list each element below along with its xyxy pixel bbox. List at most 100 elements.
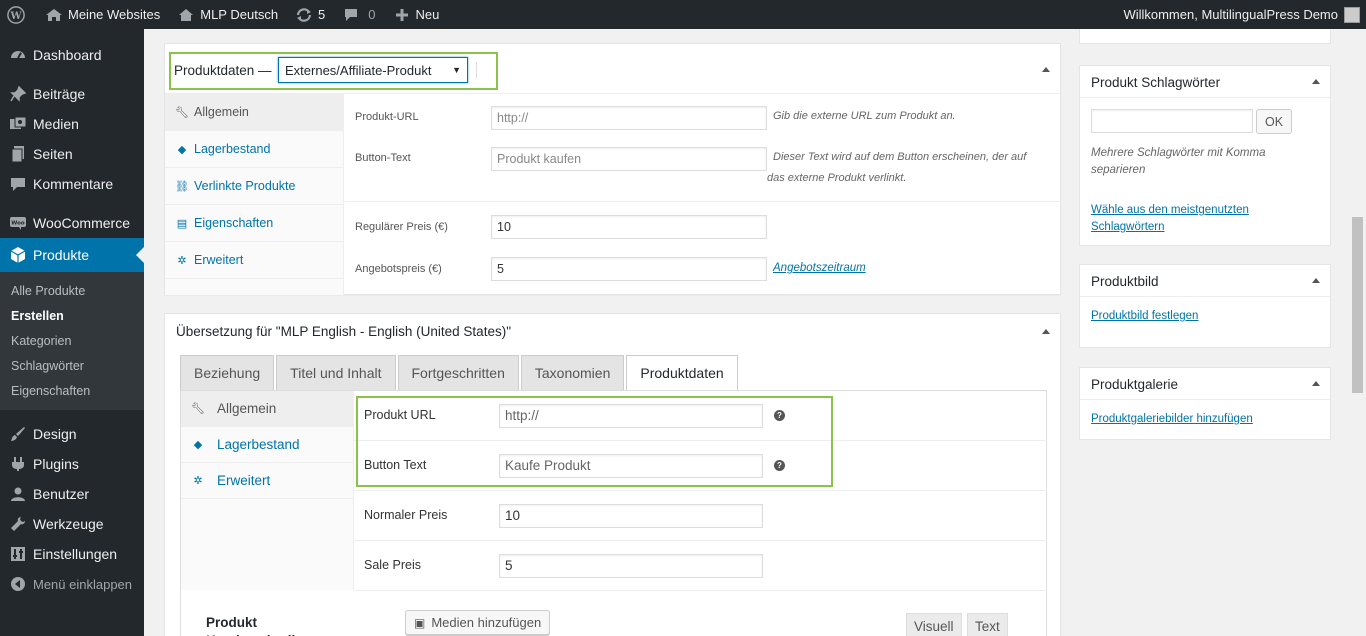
tab-attributes[interactable]: ▤ Eigenschaften	[165, 205, 343, 242]
menu-tools[interactable]: Werkzeuge	[0, 509, 144, 539]
collapse-toggle-icon[interactable]	[1312, 278, 1320, 283]
collapse-menu-button[interactable]: Menü einklappen	[0, 569, 144, 599]
product-data-tabs: 🔧︎ Allgemein ◆ Lagerbestand ⛓︎ Verlinkte…	[165, 94, 344, 295]
product-data-panel: Produktdaten — Externes/Affiliate-Produk…	[164, 43, 1061, 295]
woocommerce-icon: Woo	[8, 213, 28, 233]
my-sites-icon	[44, 5, 64, 25]
tr-url-row: Produkt URL http:// ?	[354, 391, 1047, 441]
collapse-toggle-icon[interactable]	[1042, 329, 1050, 334]
menu-posts[interactable]: Beiträge	[0, 79, 144, 109]
wordpress-logo-menu[interactable]: W	[0, 0, 36, 29]
collapse-toggle-icon[interactable]	[1312, 79, 1320, 84]
updates-menu[interactable]: 5	[286, 0, 333, 29]
product-image-title: Produktbild	[1091, 274, 1159, 289]
tag-input[interactable]	[1091, 109, 1253, 133]
tab-linked-products-label: Verlinkte Produkte	[194, 179, 296, 193]
menu-products[interactable]: Produkte	[0, 238, 144, 272]
add-tag-button[interactable]: OK	[1256, 109, 1292, 134]
my-sites-menu[interactable]: Meine Websites	[36, 0, 168, 29]
submenu-create[interactable]: Erstellen	[0, 303, 144, 328]
new-label: Neu	[415, 7, 440, 22]
menu-plugins[interactable]: Plugins	[0, 449, 144, 479]
welcome-text: Willkommen, MultilingualPress Demo	[1123, 7, 1338, 22]
tab-advanced[interactable]: Fortgeschritten	[397, 355, 519, 391]
submenu-all-products[interactable]: Alle Produkte	[0, 278, 144, 303]
product-gallery-box: Produktgalerie Produktgaleriebilder hinz…	[1079, 367, 1331, 440]
tr-tab-advanced-label: Erweitert	[217, 473, 271, 488]
set-product-image-link[interactable]: Produktbild festlegen	[1091, 310, 1198, 322]
menu-dashboard-label: Dashboard	[33, 47, 102, 63]
visual-tab[interactable]: Visuell	[906, 613, 962, 636]
wrench-icon: 🔧︎	[191, 403, 205, 415]
menu-media-label: Medien	[33, 116, 79, 132]
add-gallery-images-link[interactable]: Produktgaleriebilder hinzufügen	[1091, 413, 1253, 425]
tr-normal-price-row: Normaler Preis 10	[354, 491, 1047, 541]
submenu-attributes[interactable]: Eigenschaften	[0, 378, 144, 403]
menu-dashboard[interactable]: Dashboard	[0, 40, 144, 70]
menu-design[interactable]: Design	[0, 419, 144, 449]
wrench-icon: 🔧︎	[175, 106, 189, 119]
add-media-button[interactable]: ▣ Medien hinzufügen	[405, 610, 551, 635]
new-content-menu[interactable]: Neu	[384, 0, 448, 29]
regular-price-input[interactable]: 10	[491, 215, 767, 239]
tab-product-data[interactable]: Produktdaten	[626, 355, 738, 391]
help-icon[interactable]: ?	[774, 460, 785, 471]
submenu-categories[interactable]: Kategorien	[0, 328, 144, 353]
sale-price-input[interactable]: 5	[491, 257, 767, 281]
button-text-input[interactable]: Produkt kaufen	[491, 147, 767, 171]
menu-settings[interactable]: Einstellungen	[0, 539, 144, 569]
pin-icon	[8, 84, 28, 104]
account-menu[interactable]: Willkommen, MultilingualPress Demo	[1115, 0, 1366, 29]
scrollbar-thumb[interactable]	[1352, 217, 1363, 393]
collapse-toggle-icon[interactable]	[1042, 67, 1050, 72]
tr-button-input[interactable]: Kaufe Produkt	[499, 454, 763, 478]
collapse-icon	[8, 574, 28, 594]
tag-icon: ◆	[193, 439, 203, 451]
tab-relationship[interactable]: Beziehung	[180, 355, 275, 391]
menu-comments[interactable]: Kommentare	[0, 169, 144, 199]
dropdown-arrow-icon: ▼	[452, 65, 461, 75]
settings-icon	[8, 544, 28, 564]
menu-users[interactable]: Benutzer	[0, 479, 144, 509]
menu-media[interactable]: Medien	[0, 109, 144, 139]
tr-tab-general[interactable]: 🔧︎ Allgemein	[181, 391, 353, 427]
comments-menu[interactable]: 0	[333, 0, 383, 29]
list-icon: ▤	[176, 217, 188, 230]
menu-tools-label: Werkzeuge	[33, 516, 104, 532]
svg-text:Woo: Woo	[11, 221, 25, 227]
tr-tab-inventory[interactable]: ◆ Lagerbestand	[181, 427, 353, 463]
products-submenu: Alle Produkte Erstellen Kategorien Schla…	[0, 272, 144, 410]
product-type-select[interactable]: Externes/Affiliate-Produkt ▼	[278, 57, 468, 83]
translation-panel: Übersetzung für "MLP English - English (…	[164, 313, 1061, 636]
tr-normal-price-input[interactable]: 10	[499, 504, 763, 528]
menu-design-label: Design	[33, 426, 77, 442]
product-url-input[interactable]: http://	[491, 106, 767, 130]
wrench-icon	[8, 514, 28, 534]
button-text-description-2: das externe Produkt verlinkt.	[767, 172, 907, 184]
tab-inventory[interactable]: ◆ Lagerbestand	[165, 131, 343, 168]
box-icon	[8, 245, 28, 265]
menu-pages[interactable]: Seiten	[0, 139, 144, 169]
site-name-menu[interactable]: MLP Deutsch	[168, 0, 286, 29]
tab-taxonomies[interactable]: Taxonomien	[520, 355, 625, 391]
translation-side-tabs: 🔧︎ Allgemein ◆ Lagerbestand ✲ Erweitert	[181, 391, 354, 590]
translation-tabs: Beziehung Titel und Inhalt Fortgeschritt…	[180, 355, 740, 391]
submenu-tags[interactable]: Schlagwörter	[0, 353, 144, 378]
collapse-toggle-icon[interactable]	[1312, 381, 1320, 386]
tab-linked-products[interactable]: ⛓︎ Verlinkte Produkte	[165, 168, 343, 205]
most-used-tags-link[interactable]: Wähle aus den meistgenutzten Schlagwörte…	[1091, 202, 1321, 236]
page-scrollbar[interactable]	[1349, 29, 1366, 636]
tr-tab-advanced[interactable]: ✲ Erweitert	[181, 463, 353, 499]
sale-schedule-link[interactable]: Angebotszeitraum	[773, 262, 866, 274]
tags-hint: Mehrere Schlagwörter mit Komma separiere…	[1091, 147, 1266, 176]
tr-sale-price-input[interactable]: 5	[499, 554, 763, 578]
tab-title-content[interactable]: Titel und Inhalt	[276, 355, 396, 391]
text-tab[interactable]: Text	[967, 613, 1008, 636]
tr-url-input[interactable]: http://	[499, 404, 763, 428]
tab-general[interactable]: 🔧︎ Allgemein	[165, 94, 343, 131]
tr-sale-price-row: Sale Preis 5	[354, 541, 1047, 591]
product-gallery-header: Produktgalerie	[1080, 368, 1330, 400]
tab-advanced[interactable]: ✲ Erweitert	[165, 242, 343, 279]
help-icon[interactable]: ?	[774, 410, 785, 421]
menu-woocommerce[interactable]: Woo WooCommerce	[0, 208, 144, 238]
